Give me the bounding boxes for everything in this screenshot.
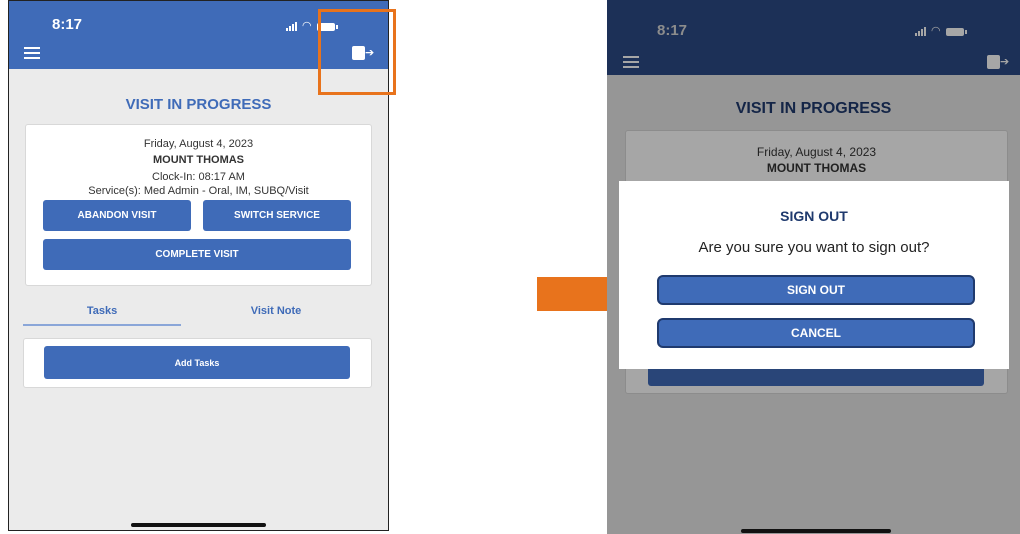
home-indicator: [741, 529, 891, 533]
tasks-card: Add Tasks: [23, 338, 372, 388]
sign-out-confirm-button[interactable]: SIGN OUT: [657, 275, 975, 305]
visit-card: Friday, August 4, 2023 MOUNT THOMAS Cloc…: [25, 124, 372, 286]
abandon-visit-button[interactable]: ABANDON VISIT: [43, 200, 191, 231]
tab-visit-note[interactable]: Visit Note: [197, 305, 355, 317]
right-phone-screen: 8:17 ◠ ➔ VISIT IN PROGRESS Friday, Augus…: [607, 0, 1020, 534]
hamburger-menu-icon[interactable]: [24, 47, 40, 62]
visit-services: Service(s): Med Admin - Oral, IM, SUBQ/V…: [88, 185, 309, 197]
visit-date: Friday, August 4, 2023: [143, 138, 254, 150]
add-tasks-button[interactable]: Add Tasks: [44, 346, 350, 379]
switch-service-button[interactable]: SWITCH SERVICE: [203, 200, 351, 231]
status-time: 8:17: [52, 16, 83, 33]
dialog-title: SIGN OUT: [780, 208, 848, 224]
active-tab-indicator: [23, 324, 181, 326]
sign-out-dialog: SIGN OUT Are you sure you want to sign o…: [619, 181, 1009, 369]
tab-tasks[interactable]: Tasks: [23, 305, 181, 317]
sign-out-highlight-box: [318, 9, 396, 95]
client-name: MOUNT THOMAS: [152, 154, 245, 166]
cancel-button[interactable]: CANCEL: [657, 318, 975, 348]
page-title: VISIT IN PROGRESS: [125, 96, 272, 113]
clock-in-time: Clock-In: 08:17 AM: [152, 171, 245, 183]
home-indicator: [131, 523, 266, 527]
wifi-icon: ◠: [302, 20, 312, 32]
signal-icon: [286, 22, 297, 31]
dialog-message: Are you sure you want to sign out?: [698, 239, 930, 256]
complete-visit-button[interactable]: COMPLETE VISIT: [43, 239, 351, 270]
